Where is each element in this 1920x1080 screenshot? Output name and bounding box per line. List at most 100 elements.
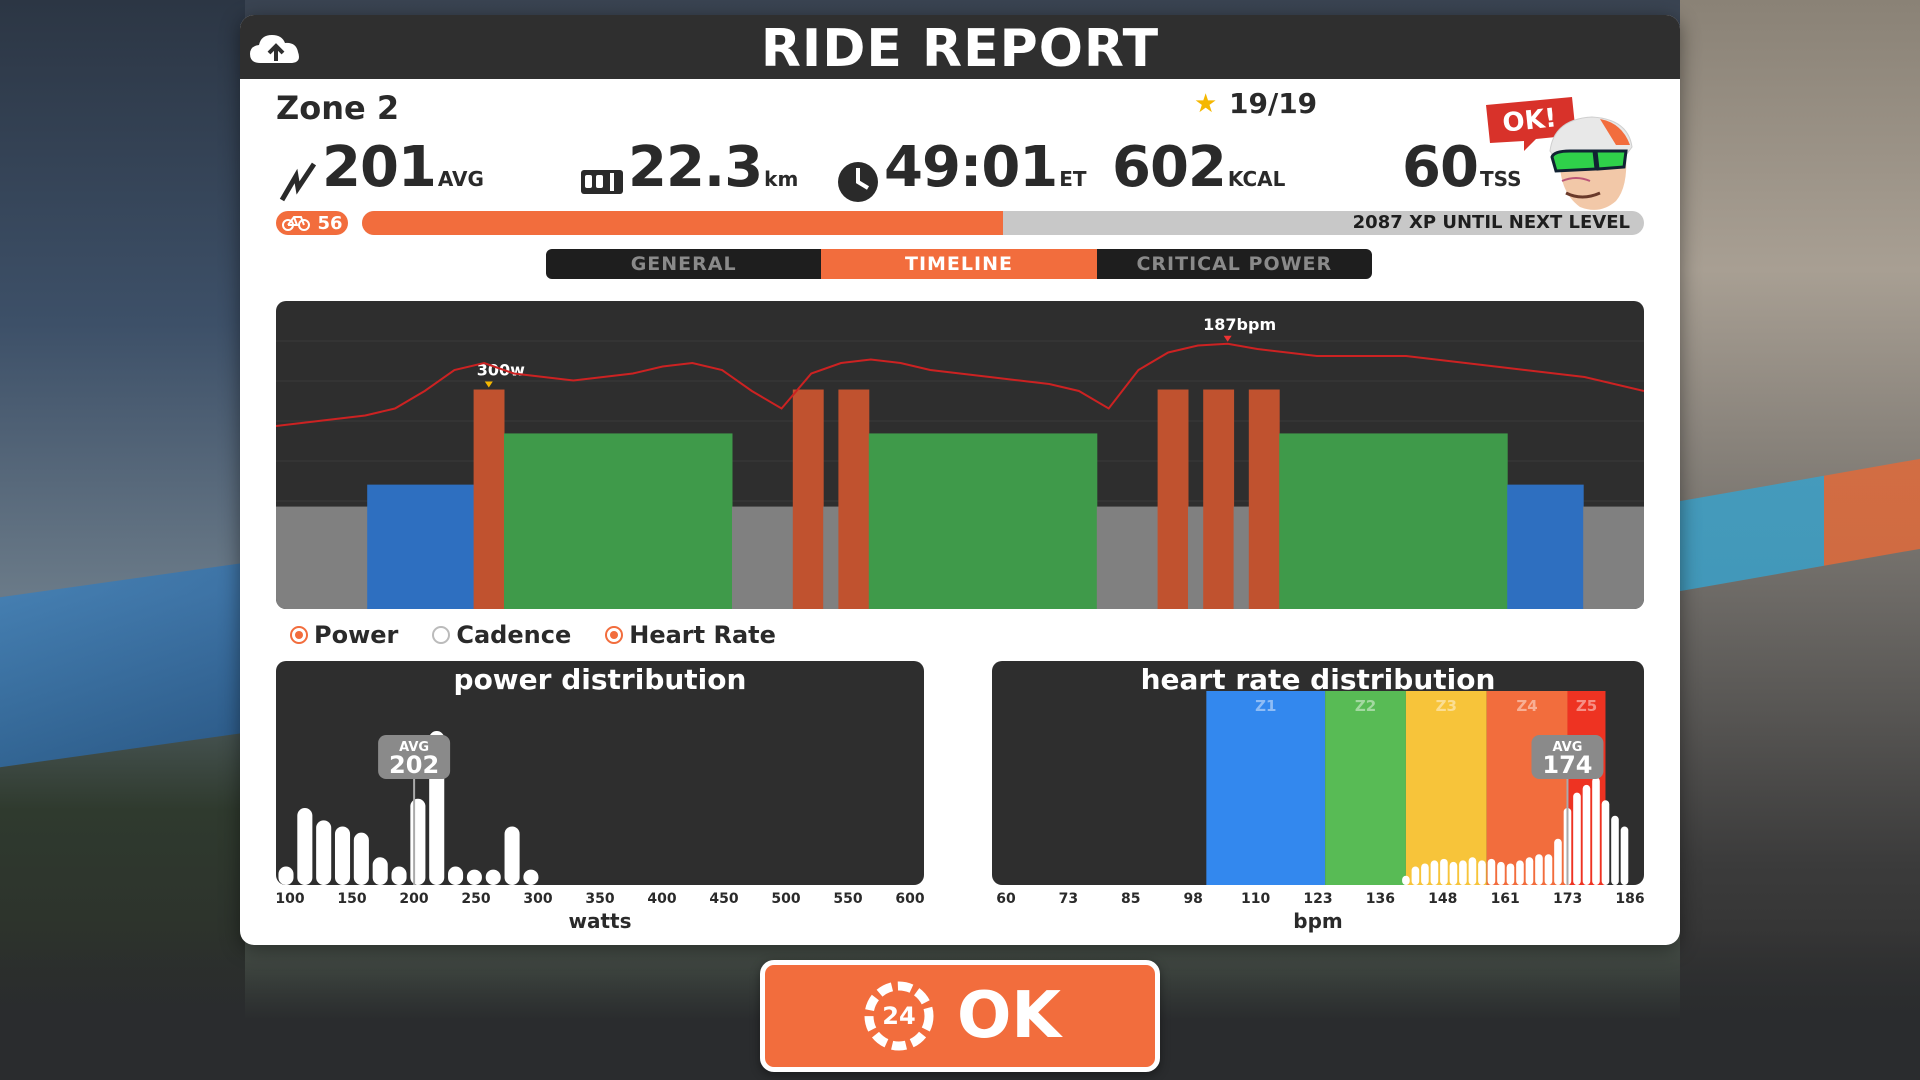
hr-zone-label: Z5 <box>1576 697 1597 715</box>
timeline-chart[interactable]: 300w 187bpm <box>276 301 1644 609</box>
power-segment <box>1157 389 1189 609</box>
hr-peak-label: 187bpm <box>1203 315 1276 334</box>
background-banner <box>0 562 245 768</box>
distance-unit: km <box>764 167 799 191</box>
heart-rate-radio[interactable] <box>605 626 624 644</box>
tab-general[interactable]: GENERAL <box>546 249 821 279</box>
legend-heart-rate-label: Heart Rate <box>629 621 776 649</box>
distribution-bar <box>1468 857 1477 885</box>
distribution-bar <box>1421 863 1429 885</box>
power-segment <box>1507 484 1584 609</box>
legend-power-label: Power <box>314 621 399 649</box>
sauce-badge-icon: 24 <box>864 981 934 1051</box>
power-distribution-chart: AVG 202 power distribution <box>276 661 924 885</box>
distribution-bar <box>1592 777 1600 885</box>
x-tick-label: 400 <box>647 891 677 907</box>
avg-marker-value: 174 <box>1542 751 1592 779</box>
distribution-bar <box>1459 860 1467 885</box>
x-tick-label: 161 <box>1490 891 1520 907</box>
timeline-svg: 300w187bpm <box>276 315 1644 609</box>
avg-marker-value: 202 <box>389 751 439 779</box>
x-tick-label: 350 <box>585 891 615 907</box>
legend-heart-rate[interactable]: Heart Rate <box>605 621 776 649</box>
background-left <box>0 0 245 1080</box>
x-tick-label: 186 <box>1615 891 1645 907</box>
odometer-icon <box>581 169 623 194</box>
distribution-bar <box>297 808 313 885</box>
lightning-icon <box>279 162 317 201</box>
distance-value: 22.3 <box>628 135 763 200</box>
x-tick-label: 98 <box>1183 891 1203 907</box>
hr-zone-band <box>1206 691 1326 885</box>
bike-icon <box>282 216 311 231</box>
elapsed-time-value: 49:01 <box>884 135 1058 200</box>
xp-progress-fill <box>362 211 1003 235</box>
distribution-bar <box>485 869 501 885</box>
avg-power-stat: 201 AVG <box>278 135 484 204</box>
hr-zone-band <box>1325 691 1406 885</box>
distribution-bar <box>466 869 482 885</box>
distribution-bar <box>410 798 426 885</box>
x-tick-label: 300 <box>523 891 553 907</box>
distribution-bar <box>316 820 332 885</box>
level-value: 56 <box>317 212 343 234</box>
power-segment <box>1248 389 1280 609</box>
tab-timeline[interactable]: TIMELINE <box>821 249 1097 279</box>
legend-cadence[interactable]: Cadence <box>432 621 571 649</box>
workout-name: Zone 2 <box>276 89 400 127</box>
distribution-bar <box>1535 854 1543 885</box>
power-segment <box>732 506 794 609</box>
x-tick-label: 450 <box>709 891 739 907</box>
distribution-bar <box>504 826 520 885</box>
power-segment <box>1203 389 1235 609</box>
x-tick-label: 148 <box>1428 891 1458 907</box>
x-tick-label: 550 <box>833 891 863 907</box>
elapsed-time-stat: 49:01 ET <box>836 135 1087 204</box>
legend-power[interactable]: Power <box>290 621 398 649</box>
power-segment <box>1583 506 1644 609</box>
avg-power-unit: AVG <box>437 167 484 191</box>
cadence-radio[interactable] <box>432 626 451 644</box>
distribution-bar <box>1497 861 1505 885</box>
power-segment <box>868 433 1098 609</box>
x-tick-label: 250 <box>461 891 491 907</box>
star-count: 19/19 <box>1229 87 1318 120</box>
power-segment <box>823 506 839 609</box>
level-badge: 56 <box>276 211 348 235</box>
hr-zone-band <box>1405 691 1487 885</box>
ok-button-label: OK <box>957 979 1061 1053</box>
x-tick-label: 100 <box>275 891 305 907</box>
x-tick-label: 600 <box>895 891 925 907</box>
power-segment <box>504 433 733 609</box>
badge-text: 24 <box>882 1002 915 1030</box>
distribution-bar <box>1506 863 1515 885</box>
elapsed-time-unit: ET <box>1059 167 1087 191</box>
hr-zone-label: Z3 <box>1436 697 1457 715</box>
ok-button[interactable]: 24 OK <box>760 960 1160 1072</box>
x-tick-label: 60 <box>996 891 1016 907</box>
distribution-bar <box>1611 815 1619 885</box>
distribution-bar <box>353 832 369 885</box>
distribution-bar <box>1478 860 1486 885</box>
x-tick-label: 200 <box>399 891 429 907</box>
power-distribution-title: power distribution <box>453 663 747 696</box>
heart-rate-distribution-x-label: bpm <box>1293 909 1343 933</box>
distance-stat: 22.3 km <box>580 135 798 200</box>
power-segment <box>276 506 368 609</box>
hr-zone-label: Z1 <box>1255 697 1276 715</box>
tab-critical-power[interactable]: CRITICAL POWER <box>1097 249 1372 279</box>
clock-icon <box>838 161 878 202</box>
ride-report-panel: RIDE REPORT Zone 2 ★ 19/19 201 AVG 22.3 km… <box>240 15 1680 945</box>
distribution-bar <box>1554 838 1562 885</box>
distribution-bar <box>1601 800 1610 885</box>
calories-stat: 602 KCAL <box>1112 135 1285 200</box>
distribution-bar <box>1582 784 1591 885</box>
heart-rate-distribution-title: heart rate distribution <box>1140 663 1496 696</box>
x-tick-label: 73 <box>1058 891 1079 907</box>
distribution-bar <box>1573 792 1581 885</box>
power-distribution-x-axis: 100 150 200 250 300 350 400 450 500 550 600 <box>275 891 925 909</box>
background-right <box>1680 0 1920 1080</box>
distribution-bar <box>334 826 351 885</box>
x-tick-label: 110 <box>1240 891 1271 907</box>
power-radio[interactable] <box>290 626 308 644</box>
